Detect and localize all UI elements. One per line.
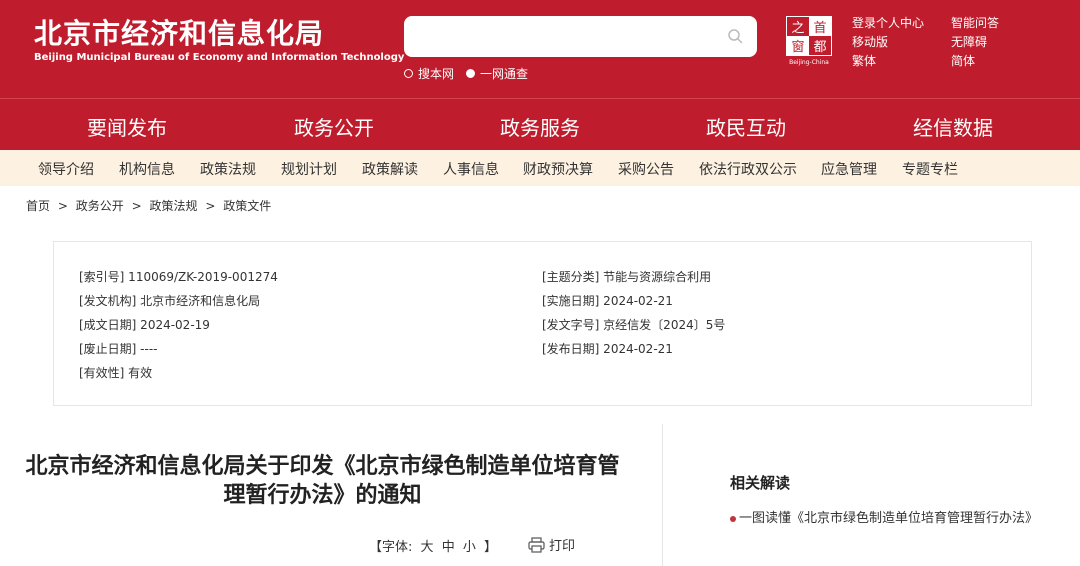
font-size-small-button[interactable]: 小 — [463, 540, 476, 555]
related-reading-link[interactable]: 一图读懂《北京市绿色制造单位培育管理暂行办法》 — [739, 511, 1038, 526]
search-scope: 搜本网 一网通查 — [404, 65, 540, 82]
info-abolished-date: [废止日期] ---- — [79, 342, 158, 356]
main-nav-item-services[interactable]: 政务服务 — [500, 112, 580, 141]
breadcrumb-home[interactable]: 首页 — [26, 199, 50, 213]
site-header: 北京市经济和信息化局 Beijing Municipal Bureau of E… — [0, 0, 1080, 98]
mobile-version-link[interactable]: 移动版 — [852, 33, 951, 52]
login-link[interactable]: 登录个人中心 — [852, 14, 951, 33]
search-icon[interactable] — [727, 28, 743, 44]
main-nav-item-public-affairs[interactable]: 政务公开 — [294, 112, 374, 141]
simplified-chinese-link[interactable]: 简体 — [951, 52, 975, 71]
column-divider — [662, 424, 663, 566]
seal-char: 窗 — [791, 39, 804, 55]
font-size-medium-button[interactable]: 中 — [442, 540, 455, 555]
seal-caption: Beijing-China — [789, 59, 829, 66]
sub-nav-item[interactable]: 依法行政双公示 — [699, 159, 797, 179]
document-info-box: [索引号] 110069/ZK-2019-001274 [发文机构] 北京市经济… — [53, 241, 1032, 406]
info-validity: [有效性] 有效 — [79, 366, 153, 380]
breadcrumb-separator: > — [131, 199, 142, 213]
sub-nav-item[interactable]: 财政预决算 — [523, 159, 593, 179]
capital-window-seal-icon[interactable]: 首 之 都 窗 Beijing-China — [786, 16, 832, 66]
radio-label: 搜本网 — [418, 67, 455, 81]
search-input[interactable] — [404, 16, 757, 57]
top-links: 登录个人中心 智能问答 移动版 无障碍 繁体 简体 — [852, 14, 999, 71]
sub-nav-item[interactable]: 领导介绍 — [38, 159, 94, 179]
bullet-icon — [730, 515, 736, 522]
info-topic: [主题分类] 节能与资源综合利用 — [542, 270, 712, 284]
related-reading-title: 相关解读 — [730, 474, 791, 492]
sub-nav-item[interactable]: 采购公告 — [618, 159, 674, 179]
traditional-chinese-link[interactable]: 繁体 — [852, 52, 951, 71]
info-effective-date: [实施日期] 2024-02-21 — [542, 294, 673, 308]
main-nav-item-interaction[interactable]: 政民互动 — [706, 112, 786, 141]
breadcrumb-separator: > — [57, 199, 68, 213]
sub-nav-item[interactable]: 政策解读 — [362, 159, 418, 179]
font-size-control: 【字体: 大 中 小 】 — [369, 536, 501, 555]
seal-char: 之 — [791, 21, 804, 36]
breadcrumb: 首页 > 政务公开 > 政策法规 > 政策文件 — [26, 197, 275, 214]
breadcrumb-public-affairs[interactable]: 政务公开 — [76, 199, 124, 213]
breadcrumb-policy-docs[interactable]: 政策文件 — [223, 199, 271, 213]
sub-nav-item[interactable]: 人事信息 — [443, 159, 499, 179]
sub-nav: 领导介绍 机构信息 政策法规 规划计划 政策解读 人事信息 财政预决算 采购公告… — [0, 150, 1080, 186]
info-index-no: [索引号] 110069/ZK-2019-001274 — [79, 270, 278, 284]
seal-char: 都 — [813, 40, 826, 55]
print-button[interactable]: 打印 — [528, 535, 575, 554]
print-label: 打印 — [549, 539, 576, 554]
radio-label: 一网通查 — [480, 67, 529, 81]
info-published-date: [发布日期] 2024-02-21 — [542, 342, 673, 356]
site-logo-subtitle: Beijing Municipal Bureau of Economy and … — [34, 52, 405, 63]
sub-nav-item[interactable]: 机构信息 — [119, 159, 175, 179]
radio-network-search[interactable]: 一网通查 — [466, 65, 528, 82]
breadcrumb-policies[interactable]: 政策法规 — [149, 199, 197, 213]
seal-char: 首 — [813, 21, 826, 36]
accessibility-link[interactable]: 无障碍 — [951, 33, 987, 52]
radio-filled-icon — [466, 69, 476, 78]
breadcrumb-separator: > — [205, 199, 216, 213]
site-logo-title[interactable]: 北京市经济和信息化局 — [34, 12, 324, 52]
font-size-bracket: 】 — [484, 540, 498, 555]
sub-nav-item[interactable]: 专题专栏 — [902, 159, 958, 179]
main-nav-item-data[interactable]: 经信数据 — [913, 112, 993, 141]
main-nav: 要闻发布 政务公开 政务服务 政民互动 经信数据 — [0, 98, 1080, 150]
smart-qa-link[interactable]: 智能问答 — [951, 14, 999, 33]
radio-empty-icon — [404, 69, 413, 78]
document-title: 北京市经济和信息化局关于印发《北京市绿色制造单位培育管理暂行办法》的通知 — [25, 454, 620, 508]
font-size-large-button[interactable]: 大 — [421, 540, 434, 555]
sub-nav-item[interactable]: 政策法规 — [200, 159, 256, 179]
info-created-date: [成文日期] 2024-02-19 — [79, 318, 210, 332]
info-document-number: [发文字号] 京经信发〔2024〕5号 — [542, 318, 726, 332]
font-size-label: 【字体: — [369, 540, 413, 555]
main-nav-item-news[interactable]: 要闻发布 — [87, 112, 167, 141]
printer-icon — [528, 536, 545, 553]
sub-nav-item[interactable]: 应急管理 — [821, 159, 877, 179]
info-issuer: [发文机构] 北京市经济和信息化局 — [79, 294, 261, 308]
sub-nav-item[interactable]: 规划计划 — [281, 159, 337, 179]
related-reading-item[interactable]: 一图读懂《北京市绿色制造单位培育管理暂行办法》 — [730, 503, 1040, 535]
radio-site-search[interactable]: 搜本网 — [404, 65, 454, 82]
